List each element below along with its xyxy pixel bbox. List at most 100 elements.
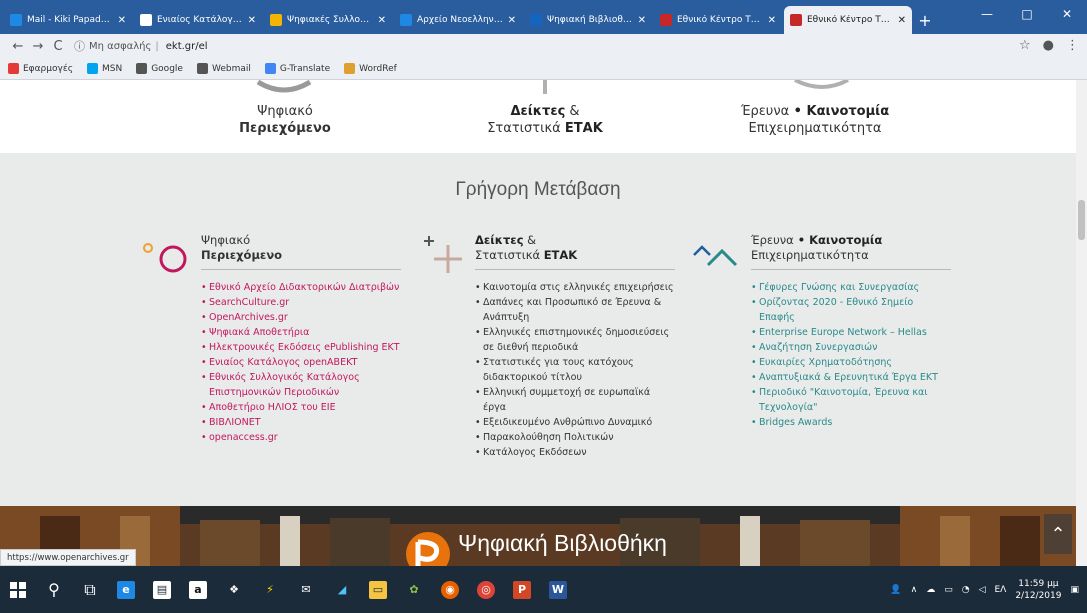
bookmark-item[interactable]: WordRef — [344, 63, 397, 74]
tab-close-icon[interactable]: ✕ — [638, 15, 646, 26]
profile-icon[interactable]: ● — [1043, 38, 1054, 53]
quick-link-item[interactable]: Καινοτομία στις ελληνικές επιχειρήσεις — [475, 280, 675, 295]
scrollbar-thumb[interactable] — [1078, 200, 1085, 240]
tidal-icon[interactable]: ⚡ — [252, 566, 288, 613]
wifi-icon[interactable]: ◔ — [962, 585, 970, 595]
quick-link-item[interactable]: Γέφυρες Γνώσης και Συνεργασίας — [751, 280, 951, 295]
mail-icon[interactable]: ✉ — [288, 566, 324, 613]
browser-tab[interactable]: Εθνικό Κέντρο Τεκμηρ... ✕ — [654, 6, 782, 34]
store-icon[interactable]: ▤ — [144, 566, 180, 613]
window-controls: — □ ✕ — [967, 0, 1087, 28]
chrome-icon[interactable]: ◎ — [468, 566, 504, 613]
menu-icon[interactable]: ⋮ — [1066, 38, 1079, 53]
edge-icon[interactable]: e — [108, 566, 144, 613]
tab-close-icon[interactable]: ✕ — [378, 15, 386, 26]
quick-link-item[interactable]: SearchCulture.gr — [201, 295, 401, 310]
top-research-dot: • — [789, 104, 807, 119]
tab-favicon-icon — [400, 14, 412, 26]
quick-link-item[interactable]: Ψηφιακά Αποθετήρια — [201, 325, 401, 340]
bookmark-item[interactable]: Google — [136, 63, 183, 74]
dropbox-icon[interactable]: ❖ — [216, 566, 252, 613]
quick-link-item[interactable]: Αποθετήριο ΗΛΙΟΣ του ΕΙΕ — [201, 400, 401, 415]
page-scrollbar[interactable] — [1076, 80, 1087, 566]
tab-close-icon[interactable]: ✕ — [508, 15, 516, 26]
quick-link-item[interactable]: Enterprise Europe Network – Hellas — [751, 325, 951, 340]
photos-icon[interactable]: ✿ — [396, 566, 432, 613]
clock[interactable]: 11:59 μμ 2/12/2019 — [1015, 578, 1061, 602]
reload-button[interactable]: C — [48, 39, 68, 54]
quick-link-item[interactable]: OpenArchives.gr — [201, 310, 401, 325]
volume-icon[interactable]: ◁ — [979, 585, 986, 595]
close-window-button[interactable]: ✕ — [1047, 0, 1087, 28]
firefox-icon[interactable]: ◉ — [432, 566, 468, 613]
tray-expand-icon[interactable]: ∧ — [911, 585, 918, 595]
tab-close-icon[interactable]: ✕ — [118, 15, 126, 26]
bookmark-star-icon[interactable]: ☆ — [1019, 38, 1031, 53]
browser-tab[interactable]: Ψηφιακές Συλλογές – Ι... ✕ — [264, 6, 392, 34]
top-indicators[interactable]: Δείκτες & Στατιστικά ΕΤΑΚ — [475, 103, 615, 137]
back-button[interactable]: ← — [8, 39, 28, 54]
tab-close-icon[interactable]: ✕ — [898, 15, 906, 26]
search-icon[interactable]: ⚲ — [36, 566, 72, 613]
quick-link-item[interactable]: Ορίζοντας 2020 - Εθνικό Σημείο Επαφής — [751, 295, 951, 325]
col2-head-amp: & — [523, 233, 537, 247]
quick-link-item[interactable]: openaccess.gr — [201, 430, 401, 445]
powerpoint-icon[interactable]: P — [504, 566, 540, 613]
onedrive-icon[interactable]: ☁ — [926, 585, 935, 595]
tab-close-icon[interactable]: ✕ — [768, 15, 776, 26]
quick-link-item[interactable]: Εθνικός Συλλογικός Κατάλογος Επιστημονικ… — [201, 370, 401, 400]
amazon-icon[interactable]: a — [180, 566, 216, 613]
sway-icon[interactable]: ◢ — [324, 566, 360, 613]
maximize-button[interactable]: □ — [1007, 0, 1047, 28]
quick-link-item[interactable]: Κατάλογος Εκδόσεων — [475, 445, 675, 460]
notifications-icon[interactable]: ▣ — [1070, 585, 1079, 595]
quick-link-item[interactable]: Δαπάνες και Προσωπικό σε Έρευνα & Ανάπτυ… — [475, 295, 675, 325]
quick-link-item[interactable]: Bridges Awards — [751, 415, 951, 430]
file-explorer-icon[interactable]: ▭ — [360, 566, 396, 613]
quick-link-item[interactable]: Εξειδικευμένο Ανθρώπινο Δυναμικό — [475, 415, 675, 430]
quick-link-item[interactable]: Ελληνικές επιστημονικές δημοσιεύσεις σε … — [475, 325, 675, 355]
word-icon[interactable]: W — [540, 566, 576, 613]
browser-tab[interactable]: Ενιαίος Κατάλογος Συ... ✕ — [134, 6, 262, 34]
quick-link-item[interactable]: Ελληνική συμμετοχή σε ευρωπαϊκά έργα — [475, 385, 675, 415]
language-indicator[interactable]: ΕΛ — [994, 585, 1006, 595]
quick-link-item[interactable]: Ηλεκτρονικές Εκδόσεις ePublishing ΕΚΤ — [201, 340, 401, 355]
back-to-top-button[interactable]: ⌃ — [1044, 514, 1072, 554]
top-research[interactable]: Έρευνα • Καινοτομία Επιχειρηματικότητα — [715, 103, 915, 137]
start-windows-icon[interactable] — [0, 566, 36, 613]
address-bar[interactable]: ⓘ Μη ασφαλής | ekt.gr/el — [74, 37, 1034, 55]
people-icon[interactable]: 👤 — [890, 585, 901, 595]
bookmark-item[interactable]: Webmail — [196, 63, 251, 74]
quick-link-item[interactable]: Ενιαίος Κατάλογος openABEKT — [201, 355, 401, 370]
url-text[interactable]: ekt.gr/el — [166, 41, 208, 52]
quick-link-item[interactable]: Περιοδικό "Καινοτομία, Έρευνα και Τεχνολ… — [751, 385, 951, 415]
bookmark-label: Webmail — [211, 63, 251, 74]
minimize-button[interactable]: — — [967, 0, 1007, 28]
task-view-icon[interactable]: ⧉ — [72, 566, 108, 613]
column-research-head: Έρευνα • Καινοτομία Επιχειρηματικότητα — [751, 233, 951, 270]
bookmark-item[interactable]: G-Translate — [264, 63, 330, 74]
browser-tab[interactable]: Mail - Kiki Papadopouli ✕ — [4, 6, 132, 34]
quick-link-item[interactable]: Αναπτυξιακά & Ερευνητικά Έργα ΕΚΤ — [751, 370, 951, 385]
bookmark-item[interactable]: MSN — [86, 63, 122, 74]
top-digital-content[interactable]: Ψηφιακό Περιεχόμενο — [215, 103, 355, 137]
quick-link-item[interactable]: Εθνικό Αρχείο Διδακτορικών Διατριβών — [201, 280, 401, 295]
battery-icon[interactable]: ▭ — [944, 585, 953, 595]
col1-head-line2: Περιεχόμενο — [201, 248, 283, 262]
browser-tab[interactable]: Ψηφιακή Βιβλιοθήκη... ✕ — [524, 6, 652, 34]
bookmark-item[interactable]: Εφαρμογές — [8, 63, 73, 74]
browser-tab[interactable]: Αρχείο Νεοελληνικής /... ✕ — [394, 6, 522, 34]
quick-link-item[interactable]: Αναζήτηση Συνεργασιών — [751, 340, 951, 355]
info-icon[interactable]: ⓘ — [74, 38, 85, 54]
browser-tab[interactable]: Εθνικό Κέντρο Τεκμηρ... ✕ — [784, 6, 912, 34]
forward-button[interactable]: → — [28, 39, 48, 54]
quick-link-item[interactable]: Στατιστικές για τους κατόχους διδακτορικ… — [475, 355, 675, 385]
quick-link-item[interactable]: ΒΙΒΛΙΟΝΕΤ — [201, 415, 401, 430]
tab-close-icon[interactable]: ✕ — [248, 15, 256, 26]
quick-link-item[interactable]: Ευκαιρίες Χρηματοδότησης — [751, 355, 951, 370]
clock-time: 11:59 μμ — [1018, 578, 1059, 589]
digital-library-banner[interactable]: Ψηφιακή Βιβλιοθήκη ⌃ — [0, 506, 1076, 566]
bookmark-favicon-icon — [196, 63, 208, 74]
new-tab-button[interactable]: + — [914, 6, 936, 34]
quick-link-item[interactable]: Παρακολούθηση Πολιτικών — [475, 430, 675, 445]
